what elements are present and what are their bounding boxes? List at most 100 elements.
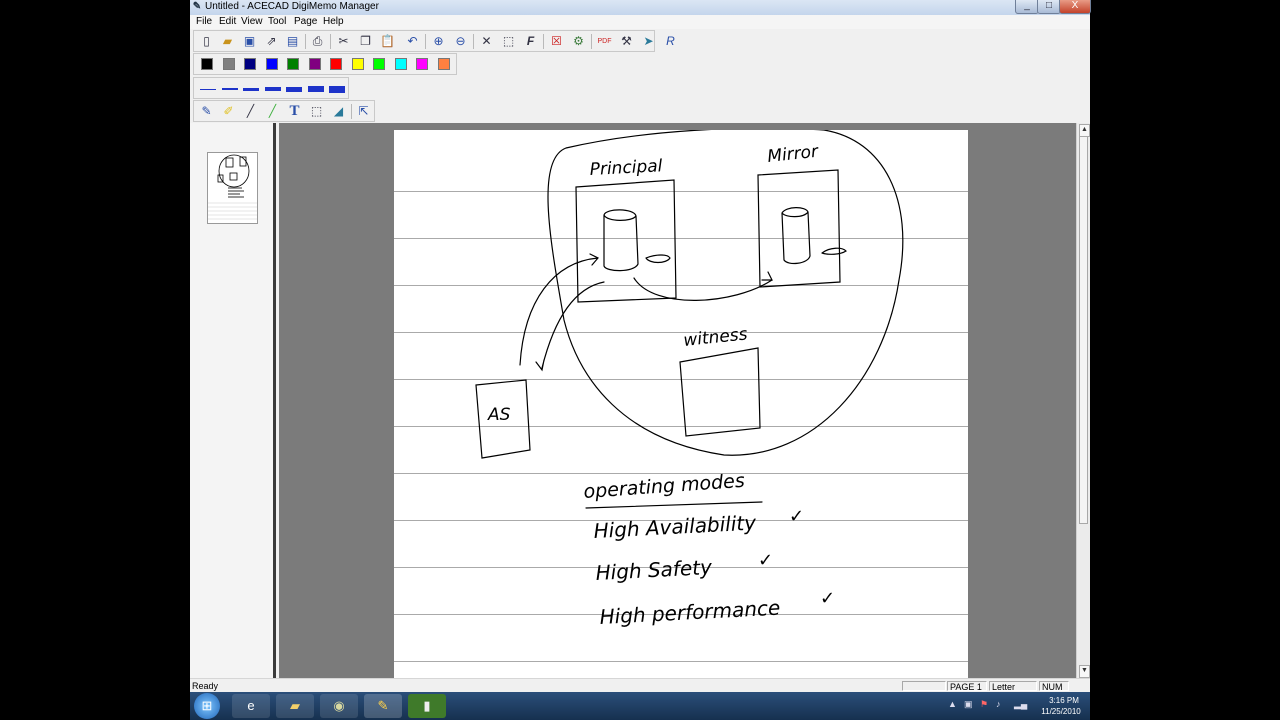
digimemo-app-icon[interactable]: ✎ xyxy=(191,1,203,13)
label-mirror: Mirror xyxy=(766,142,820,167)
color-swatch[interactable] xyxy=(373,58,385,70)
start-button[interactable]: ⊞ xyxy=(194,693,220,719)
color-swatch[interactable] xyxy=(351,58,364,70)
pen-width-button[interactable] xyxy=(286,86,302,92)
save-icon[interactable]: ▣ xyxy=(241,33,258,50)
color-swatch[interactable] xyxy=(308,58,321,70)
marker-icon[interactable]: ╱ xyxy=(264,103,281,120)
pointer-icon[interactable]: ⇱ xyxy=(355,103,372,120)
volume-icon[interactable]: ♪ xyxy=(996,699,1001,709)
main-toolbar: ▯ ▰ ▣ ⇗ ▤ ⎙ ✂ ❐ 📋 ↶ ⊕ ⊖ ✕ ⬚ F ☒ ⚙ PDF ⚒ … xyxy=(193,30,675,52)
color-swatch[interactable] xyxy=(416,58,428,70)
memo-page[interactable]: Principal Mirror witness AS operating mo… xyxy=(394,130,968,678)
delete-icon[interactable]: ✕ xyxy=(478,33,495,50)
menu-edit[interactable]: Edit xyxy=(219,16,236,27)
open-icon[interactable]: ▰ xyxy=(219,33,236,50)
minimize-button[interactable]: _ xyxy=(1015,0,1039,14)
zoom-in-icon[interactable]: ⊕ xyxy=(430,33,447,50)
pdf-icon[interactable]: PDF xyxy=(596,33,613,50)
media-icon[interactable]: ◉ xyxy=(320,694,358,718)
status-num: NUM xyxy=(1039,681,1069,692)
network-icon[interactable]: ▂▄ xyxy=(1014,699,1027,710)
print-icon[interactable]: ⎙ xyxy=(309,33,326,50)
pen-width-button[interactable] xyxy=(200,88,216,90)
clock-time[interactable]: 3:16 PM xyxy=(1039,696,1089,705)
toolbar-separator xyxy=(543,34,544,49)
line-icon[interactable]: ╱ xyxy=(242,103,259,120)
new-icon[interactable]: ▯ xyxy=(198,33,215,50)
window-title: Untitled - ACECAD DigiMemo Manager xyxy=(205,1,379,12)
drawing-toolbar: ✎ ✐ ╱ ╱ T ⬚ ◢ ⇱ xyxy=(193,100,375,122)
menu-page[interactable]: Page xyxy=(294,16,317,27)
color-toolbar xyxy=(193,53,457,75)
maximize-button[interactable]: □ xyxy=(1037,0,1061,14)
color-swatch[interactable] xyxy=(394,58,407,70)
color-swatch[interactable] xyxy=(265,58,278,70)
pen-width-button[interactable] xyxy=(243,87,259,91)
page-thumbnail-pane xyxy=(190,123,276,678)
clock-date[interactable]: 11/25/2010 xyxy=(1032,707,1090,716)
folder-icon[interactable]: ▰ xyxy=(276,694,314,718)
title-bar[interactable]: ✎ Untitled - ACECAD DigiMemo Manager _ □… xyxy=(190,0,1091,16)
font-icon[interactable]: F xyxy=(522,33,539,50)
eraser-icon[interactable]: ◢ xyxy=(330,103,347,120)
convert-icon[interactable]: ▤ xyxy=(284,33,301,50)
pen-width-button[interactable] xyxy=(221,88,238,90)
device-icon[interactable]: ▣ xyxy=(964,699,973,710)
principal-box xyxy=(575,179,677,303)
export-icon[interactable]: ⇗ xyxy=(263,33,280,50)
menu-tool[interactable]: Tool xyxy=(268,16,286,27)
page-thumbnail[interactable] xyxy=(207,152,258,224)
mirror-box xyxy=(757,169,841,288)
send-icon[interactable]: ➤ xyxy=(640,33,657,50)
internet-explorer-icon[interactable]: e xyxy=(232,694,270,718)
copy-icon[interactable]: ❐ xyxy=(357,33,374,50)
color-swatch[interactable] xyxy=(222,58,235,70)
app-icon[interactable]: ▮ xyxy=(408,694,446,718)
close-doc-icon[interactable]: ☒ xyxy=(548,33,565,50)
modes-underline xyxy=(585,501,763,509)
settings-icon[interactable]: ⚙ xyxy=(570,33,587,50)
select-icon[interactable]: ⬚ xyxy=(500,33,517,50)
recognize-icon[interactable]: R xyxy=(662,33,679,50)
text-icon[interactable]: T xyxy=(286,103,303,120)
menu-help[interactable]: Help xyxy=(323,16,344,27)
pen-width-button[interactable] xyxy=(307,86,324,92)
toolbar-separator xyxy=(305,34,306,49)
rect-select-icon[interactable]: ⬚ xyxy=(308,103,325,120)
toolbar-separator xyxy=(425,34,426,49)
color-swatch[interactable] xyxy=(437,58,450,70)
color-swatch[interactable] xyxy=(201,58,213,70)
pen-icon[interactable]: ✎ xyxy=(198,103,215,120)
show-hidden-icons-icon[interactable]: ▲ xyxy=(948,699,957,709)
pen-width-button[interactable] xyxy=(329,85,345,93)
highlighter-icon[interactable]: ✐ xyxy=(220,103,237,120)
windows-taskbar: ⊞ e ▰ ◉ ✎ ▮ ▲ ▣ ⚑ ♪ ▂▄ 3:16 PM 11/25/201… xyxy=(190,692,1090,720)
paste-icon[interactable]: 📋 xyxy=(379,33,396,50)
mode3-check-icon: ✓ xyxy=(820,588,835,609)
color-swatch[interactable] xyxy=(287,58,299,70)
scrollbar-thumb[interactable] xyxy=(1079,136,1088,524)
tools-icon[interactable]: ⚒ xyxy=(618,33,635,50)
undo-icon[interactable]: ↶ xyxy=(404,33,421,50)
label-operating-modes: operating modes xyxy=(583,470,746,503)
color-swatch[interactable] xyxy=(244,58,256,70)
menu-view[interactable]: View xyxy=(241,16,263,27)
zoom-out-icon[interactable]: ⊖ xyxy=(452,33,469,50)
status-empty-panel xyxy=(902,681,946,691)
digimemo-icon[interactable]: ✎ xyxy=(364,694,402,718)
witness-box xyxy=(679,347,761,437)
action-center-icon[interactable]: ⚑ xyxy=(980,699,988,710)
scroll-down-arrow-icon[interactable]: ▼ xyxy=(1079,665,1090,678)
mode1-check-icon: ✓ xyxy=(789,506,804,527)
vertical-scrollbar[interactable]: ▲ ▼ xyxy=(1076,123,1090,678)
mirror-database xyxy=(781,207,811,265)
pen-width-button[interactable] xyxy=(264,87,281,91)
menu-bar: File Edit View Tool Page Help xyxy=(190,15,1090,29)
cut-icon[interactable]: ✂ xyxy=(335,33,352,50)
status-text: Ready xyxy=(192,681,219,691)
color-swatch[interactable] xyxy=(330,58,342,70)
close-button[interactable]: X xyxy=(1059,0,1091,14)
menu-file[interactable]: File xyxy=(196,16,212,27)
toolbar-separator xyxy=(473,34,474,49)
